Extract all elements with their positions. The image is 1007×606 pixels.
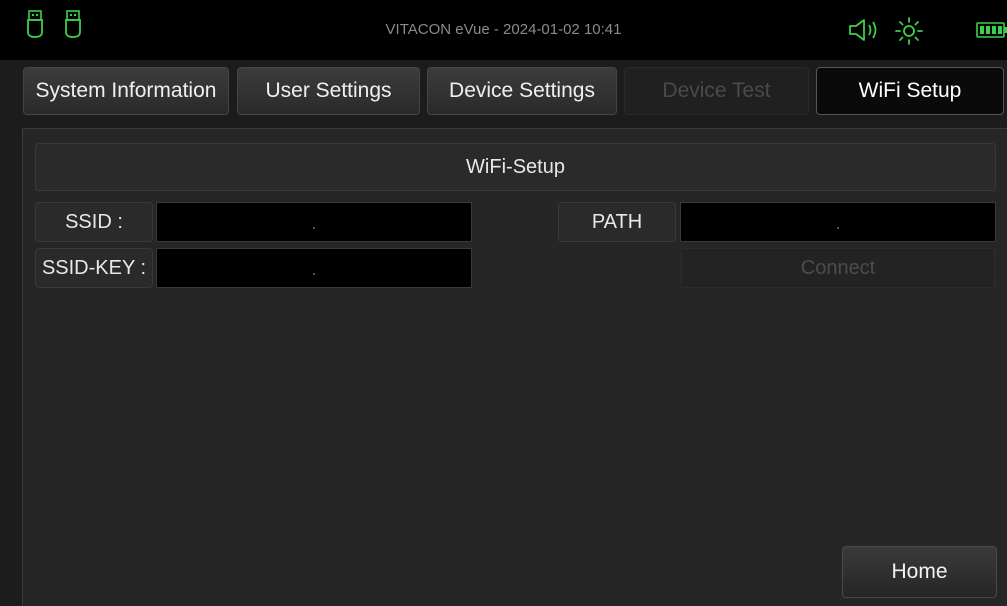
tab-wifi-setup[interactable]: WiFi Setup	[816, 67, 1004, 115]
content-panel	[22, 128, 1007, 606]
status-bar: VITACON eVue - 2024-01-02 10:41	[0, 0, 1007, 60]
speaker-icon[interactable]	[848, 18, 884, 47]
screen: VITACON eVue - 2024-01-02 10:41 System I…	[0, 0, 1007, 606]
tab-device-test[interactable]: Device Test	[624, 67, 809, 115]
path-field[interactable]: .	[680, 202, 996, 242]
tab-user-settings[interactable]: User Settings	[237, 67, 420, 115]
path-label: PATH	[558, 202, 676, 242]
tab-system-information[interactable]: System Information	[23, 67, 229, 115]
home-button[interactable]: Home	[842, 546, 997, 598]
connect-button[interactable]: Connect	[681, 248, 995, 288]
tab-bar: System Information User Settings Device …	[0, 60, 1007, 126]
section-header: WiFi-Setup	[35, 143, 996, 191]
ssid-field[interactable]: .	[156, 202, 472, 242]
brightness-icon[interactable]	[894, 17, 924, 50]
ssid-label: SSID :	[35, 202, 153, 242]
ssid-key-field[interactable]: .	[156, 248, 472, 288]
battery-icon	[976, 22, 1007, 43]
tab-device-settings[interactable]: Device Settings	[427, 67, 617, 115]
ssid-key-label: SSID-KEY :	[35, 248, 153, 288]
